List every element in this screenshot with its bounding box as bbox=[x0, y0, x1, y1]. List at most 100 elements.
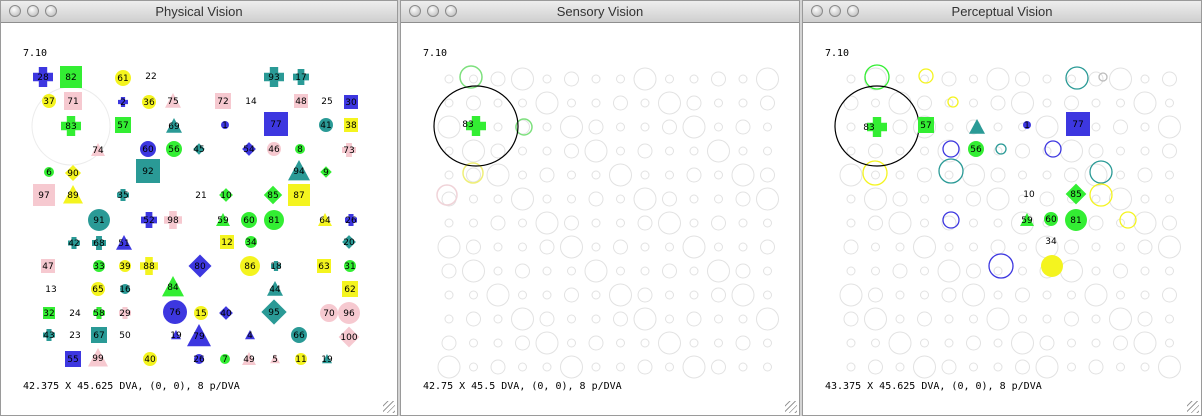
receptive-field-circle bbox=[518, 242, 527, 252]
receptive-field-circle bbox=[735, 191, 751, 207]
receptive-field-circle bbox=[1035, 355, 1059, 379]
receptive-field-circle bbox=[444, 290, 454, 300]
receptive-field-circle bbox=[1113, 335, 1128, 351]
receptive-field-circle bbox=[633, 307, 657, 331]
receptive-field-circle bbox=[665, 362, 674, 372]
object-label: 40 bbox=[220, 309, 232, 319]
receptive-field-circle bbox=[986, 187, 1010, 211]
receptive-field-circle bbox=[944, 338, 954, 348]
receptive-field-circle bbox=[616, 266, 625, 276]
window-titlebar[interactable]: Perceptual Vision bbox=[803, 1, 1201, 23]
window-titlebar[interactable]: Physical Vision bbox=[1, 1, 397, 23]
object-label: 92 bbox=[142, 167, 153, 177]
object-label: 90 bbox=[67, 169, 79, 179]
receptive-field-circle bbox=[714, 98, 723, 108]
receptive-field-circle bbox=[1015, 359, 1030, 375]
receptive-field-circle bbox=[466, 239, 481, 255]
receptive-field-circle bbox=[1109, 307, 1132, 331]
receptive-field-circle bbox=[966, 263, 981, 279]
perceived-ring bbox=[1065, 66, 1089, 90]
receptive-field-circle bbox=[665, 290, 674, 300]
object-label: 60 bbox=[142, 145, 154, 155]
receptive-field-circle bbox=[714, 122, 723, 132]
vision-canvas: 7.10 83 42.75 X 45.5 DVA, (0, 0), 8 p/DV… bbox=[401, 23, 799, 415]
receptive-field-circle bbox=[738, 74, 748, 84]
receptive-field-circle bbox=[640, 338, 650, 348]
receptive-field-circle bbox=[493, 98, 503, 108]
perceived-ring bbox=[918, 68, 934, 84]
receptive-field-circle bbox=[920, 146, 929, 156]
receptive-field-circle bbox=[871, 170, 880, 180]
receptive-field-circle bbox=[888, 211, 912, 235]
receptive-field-circle bbox=[469, 290, 478, 300]
object-label: 80 bbox=[194, 262, 206, 272]
object-label: 18 bbox=[270, 262, 282, 272]
receptive-field-circle bbox=[846, 218, 856, 228]
receptive-field-circle bbox=[895, 242, 905, 252]
receptive-field-circle bbox=[689, 338, 699, 348]
receptive-field-circle bbox=[868, 215, 883, 231]
object-label: 52 bbox=[143, 216, 154, 226]
receptive-field-circle bbox=[564, 287, 579, 303]
receptive-field-circle bbox=[1140, 362, 1150, 372]
object-label: 83 bbox=[65, 122, 76, 132]
receptive-field-circle bbox=[1088, 215, 1104, 231]
object-label: 58 bbox=[93, 309, 105, 319]
object-label: 65 bbox=[92, 285, 103, 295]
receptive-field-circle bbox=[763, 122, 772, 132]
receptive-field-circle bbox=[444, 74, 454, 84]
object-label: 72 bbox=[217, 97, 228, 107]
receptive-field-circle bbox=[486, 283, 510, 307]
object-label: 67 bbox=[93, 331, 104, 341]
object-label: 56 bbox=[168, 145, 180, 155]
receptive-field-circle bbox=[584, 139, 608, 163]
receptive-field-circle bbox=[466, 311, 481, 327]
receptive-field-circle bbox=[1116, 242, 1125, 252]
receptive-field-circle bbox=[560, 235, 583, 259]
receptive-field-circle bbox=[511, 67, 534, 91]
object-label: 30 bbox=[345, 98, 357, 108]
receptive-field-circle bbox=[1042, 314, 1052, 324]
object-label: 59 bbox=[217, 216, 229, 226]
object-label: 77 bbox=[1072, 120, 1083, 130]
receptive-field-circle bbox=[539, 311, 555, 327]
object-label: 82 bbox=[65, 73, 76, 83]
window-titlebar[interactable]: Sensory Vision bbox=[401, 1, 799, 23]
receptive-field-circle bbox=[1140, 290, 1150, 300]
receptive-field-circle bbox=[714, 170, 723, 180]
receptive-field-circle bbox=[1042, 170, 1052, 180]
receptive-field-circle bbox=[1015, 71, 1030, 87]
receptive-field-circle bbox=[920, 218, 929, 228]
resize-grip-icon[interactable] bbox=[383, 401, 395, 413]
receptive-field-circle bbox=[469, 338, 478, 348]
receptive-field-circle bbox=[591, 170, 601, 180]
receptive-field-circle bbox=[735, 119, 751, 135]
receptive-field-circle bbox=[665, 146, 674, 156]
receptive-field-circle bbox=[1116, 290, 1125, 300]
receptive-field-circle bbox=[1018, 170, 1027, 180]
object-label: 51 bbox=[118, 239, 129, 249]
receptive-field-circle bbox=[944, 314, 954, 324]
receptive-field-circle bbox=[969, 218, 978, 228]
receptive-field-circle bbox=[969, 242, 978, 252]
receptive-field-circle bbox=[542, 122, 552, 132]
receptive-field-circle bbox=[839, 283, 863, 307]
object-label: 98 bbox=[167, 216, 179, 226]
receptive-field-circle bbox=[1091, 122, 1101, 132]
receptive-field-circle bbox=[689, 218, 699, 228]
object-label: 81 bbox=[268, 216, 279, 226]
receptive-field-circle bbox=[444, 170, 454, 180]
object-label: 57 bbox=[920, 121, 931, 131]
receptive-field-circle bbox=[542, 146, 552, 156]
receptive-field-circle bbox=[542, 74, 552, 84]
object-label: 88 bbox=[143, 262, 155, 272]
physical-scene: 28 82 61 22 93 1737 71 2 36 75 72 14 48 25 3083 57 69 1 77… bbox=[31, 66, 360, 367]
receptive-field-circle bbox=[588, 119, 604, 135]
receptive-field-circle bbox=[707, 259, 730, 283]
resize-grip-icon[interactable] bbox=[1187, 401, 1199, 413]
receptive-field-circle bbox=[760, 95, 775, 111]
receptive-field-circle bbox=[469, 218, 478, 228]
object-label: 76 bbox=[169, 308, 181, 318]
resize-grip-icon[interactable] bbox=[785, 401, 797, 413]
receptive-field-circle bbox=[1116, 146, 1125, 156]
